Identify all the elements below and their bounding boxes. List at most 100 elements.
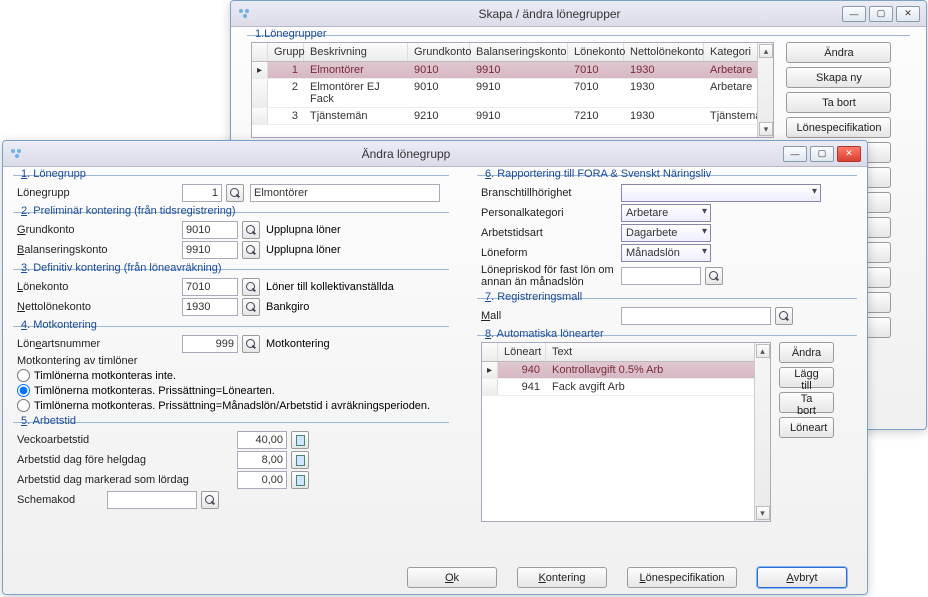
- input-balanseringskonto[interactable]: [182, 241, 238, 259]
- lonespecifikation-button[interactable]: Lönespecifikation: [627, 567, 737, 588]
- auto-side-button[interactable]: Ändra: [779, 342, 834, 363]
- col-beskrivning: Beskrivning: [304, 43, 408, 61]
- magnifier-icon: [230, 188, 240, 198]
- calc-icon: [296, 455, 305, 466]
- grid-lonegrupper[interactable]: Grupp Beskrivning Grundkonto Balansering…: [251, 42, 774, 138]
- lbl-branschtillhorighet: Branschtillhörighet: [481, 187, 621, 199]
- minimize-button[interactable]: —: [783, 146, 807, 162]
- section-3-definitiv-kontering: 3. Definitiv kontering (från löneavräkni…: [13, 269, 449, 322]
- select-branschtillhorighet[interactable]: [621, 184, 821, 202]
- input-veckoarbetstid[interactable]: [237, 431, 287, 449]
- select-value: Dagarbete: [626, 227, 677, 239]
- grid-header: Grupp Beskrivning Grundkonto Balansering…: [252, 43, 773, 62]
- row-marker: [482, 379, 498, 395]
- auto-side-button[interactable]: Lägg till: [779, 367, 834, 388]
- lookup-lonekonto[interactable]: [242, 278, 260, 296]
- input-arbetstid-lordag[interactable]: [237, 471, 287, 489]
- input-arbetstid-fore-helg[interactable]: [237, 451, 287, 469]
- select-value: Arbetare: [626, 207, 668, 219]
- input-lonekonto[interactable]: [182, 278, 238, 296]
- input-lonegrupp-id[interactable]: [182, 184, 222, 202]
- table-row[interactable]: 3Tjänstemän9210991072101930Tjänstemän: [252, 108, 773, 125]
- cell-beskrivning: Elmontörer: [304, 62, 408, 78]
- scrollbar[interactable]: ▴ ▾: [754, 343, 770, 521]
- magnifier-icon: [709, 271, 719, 281]
- scroll-down-icon[interactable]: ▾: [759, 122, 773, 136]
- lookup-nettolonekonto[interactable]: [242, 298, 260, 316]
- kontering-button[interactable]: Kontering: [517, 567, 607, 588]
- section-title: 2. Preliminär kontering (från tidsregist…: [17, 205, 240, 217]
- col-text: Text: [546, 343, 770, 361]
- lbl-mall: Mall: [481, 310, 621, 322]
- maximize-button[interactable]: ▢: [810, 146, 834, 162]
- minimize-button[interactable]: —: [842, 6, 866, 22]
- txt-upplupna2: Upplupna löner: [266, 244, 341, 256]
- grid-auto-lonearter[interactable]: Löneart Text ▸940Kontrollavgift 0.5% Arb…: [481, 342, 771, 522]
- radio-option-3[interactable]: Timlönerna motkonteras. Prissättning=Mån…: [17, 399, 445, 412]
- lookup-lonepriskod[interactable]: [705, 267, 723, 285]
- row-marker: ▸: [482, 362, 498, 378]
- lookup-grundkonto[interactable]: [242, 221, 260, 239]
- auto-side-button[interactable]: Löneart: [779, 417, 834, 438]
- input-lonepriskod[interactable]: [621, 267, 701, 285]
- input-grundkonto[interactable]: [182, 221, 238, 239]
- input-loneartsnummer[interactable]: [182, 335, 238, 353]
- lbl-arbetstid-lordag: Arbetstid dag markerad som lördag: [17, 474, 237, 486]
- section-2-prelim-kontering: 2. Preliminär kontering (från tidsregist…: [13, 212, 449, 265]
- lookup-mall[interactable]: [775, 307, 793, 325]
- scroll-up-icon[interactable]: ▴: [756, 344, 770, 358]
- avbryt-button[interactable]: Avbryt: [757, 567, 847, 588]
- section-7-registreringsmall: 7. Registreringsmall Mall: [477, 298, 857, 331]
- cell-loneart: 940: [498, 362, 546, 378]
- calc-button[interactable]: [291, 451, 309, 469]
- table-row[interactable]: 941Fack avgift Arb: [482, 379, 770, 396]
- ok-button[interactable]: Ok: [407, 567, 497, 588]
- input-schemakod[interactable]: [107, 491, 197, 509]
- side-button[interactable]: Ändra: [786, 42, 891, 63]
- side-button[interactable]: Skapa ny: [786, 67, 891, 88]
- lbl-nettolonekonto: Nettolönekonto: [17, 301, 182, 313]
- select-personalkategori[interactable]: Arbetare: [621, 204, 711, 222]
- input-mall[interactable]: [621, 307, 771, 325]
- lbl-veckoarbetstid: Veckoarbetstid: [17, 434, 237, 446]
- table-row[interactable]: 2Elmontörer EJ Fack9010991070101930Arbet…: [252, 79, 773, 108]
- close-button[interactable]: ✕: [837, 146, 861, 162]
- lookup-loneartsnummer[interactable]: [242, 335, 260, 353]
- select-loneform[interactable]: Månadslön: [621, 244, 711, 262]
- txt-upplupna: Upplupna löner: [266, 224, 341, 236]
- auto-side-button[interactable]: Ta bort: [779, 392, 834, 413]
- cell-nettolonekonto: 1930: [624, 79, 704, 107]
- radio-option-1[interactable]: Timlönerna motkonteras inte.: [17, 369, 445, 382]
- input-nettolonekonto[interactable]: [182, 298, 238, 316]
- maximize-button[interactable]: ▢: [869, 6, 893, 22]
- col-nettolonekonto: Nettolönekonto: [624, 43, 704, 61]
- calc-button[interactable]: [291, 431, 309, 449]
- input-lonegrupp-name[interactable]: [250, 184, 440, 202]
- scrollbar[interactable]: ▴ ▾: [757, 43, 773, 137]
- magnifier-icon: [246, 245, 256, 255]
- lookup-lonegrupp[interactable]: [226, 184, 244, 202]
- side-button[interactable]: Ta bort: [786, 92, 891, 113]
- table-row[interactable]: ▸940Kontrollavgift 0.5% Arb: [482, 362, 770, 379]
- scroll-down-icon[interactable]: ▾: [756, 506, 770, 520]
- close-button[interactable]: ✕: [896, 6, 920, 22]
- calc-icon: [296, 475, 305, 486]
- auto-side-buttons: Ändra Lägg till Ta bort Löneart: [779, 342, 834, 522]
- table-row[interactable]: ▸1Elmontörer9010991070101930Arbetare: [252, 62, 773, 79]
- lookup-balanseringskonto[interactable]: [242, 241, 260, 259]
- side-button[interactable]: Lönespecifikation: [786, 117, 891, 138]
- calc-icon: [296, 435, 305, 446]
- cell-nettolonekonto: 1930: [624, 108, 704, 124]
- section-title: 4. Motkontering: [17, 319, 101, 331]
- lookup-schemakod[interactable]: [201, 491, 219, 509]
- section-4-motkontering: 4. Motkontering Löneartsnummer Motkonter…: [13, 326, 449, 418]
- calc-button[interactable]: [291, 471, 309, 489]
- select-arbetstidsart[interactable]: Dagarbete: [621, 224, 711, 242]
- lbl-lonepriskod: Lönepriskod för fast lön om annan än mån…: [481, 264, 621, 288]
- titlebar-bg: Skapa / ändra lönegrupper — ▢ ✕: [231, 1, 926, 27]
- section-title: 6. Rapportering till FORA & Svenskt Näri…: [481, 168, 715, 180]
- col-balanseringskonto: Balanseringskonto: [470, 43, 568, 61]
- scroll-up-icon[interactable]: ▴: [759, 44, 773, 58]
- radio-option-2[interactable]: Timlönerna motkonteras. Prissättning=Lön…: [17, 384, 445, 397]
- section-title: 7. Registreringsmall: [481, 291, 586, 303]
